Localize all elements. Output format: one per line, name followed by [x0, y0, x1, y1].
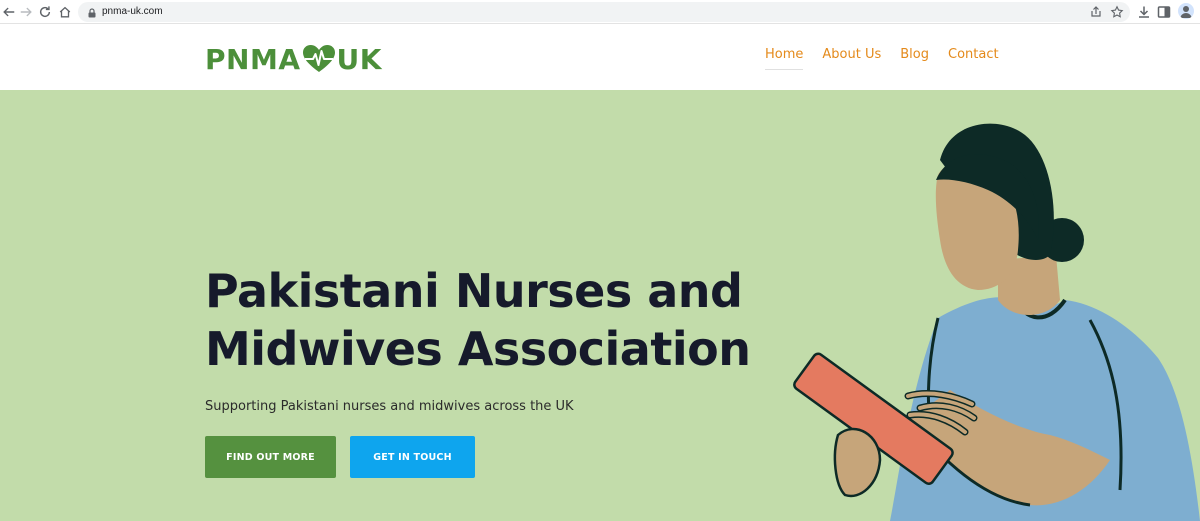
nav-about-us[interactable]: About Us	[822, 47, 881, 70]
download-icon[interactable]	[1136, 4, 1152, 20]
share-icon[interactable]	[1089, 5, 1103, 19]
hero-title: Pakistani Nurses and Midwives Associatio…	[205, 264, 751, 376]
main-nav: Home About Us Blog Contact	[765, 47, 999, 70]
sidebar-icon[interactable]	[1156, 4, 1172, 20]
browser-toolbar: pnma-uk.com	[0, 0, 1200, 24]
profile-icon[interactable]	[1178, 3, 1194, 19]
back-icon[interactable]	[0, 3, 18, 21]
reload-icon[interactable]	[36, 3, 54, 21]
hero-subtitle: Supporting Pakistani nurses and midwives…	[205, 399, 574, 414]
nurse-illustration	[793, 123, 1200, 521]
site-header: PNMA UK Home About Us Blog Contact	[0, 25, 1200, 90]
forward-icon[interactable]	[17, 3, 35, 21]
logo-text-left: PNMA	[205, 42, 301, 76]
nav-home[interactable]: Home	[765, 47, 804, 70]
logo-text-right: UK	[336, 42, 382, 76]
lock-icon[interactable]	[86, 6, 98, 18]
address-bar[interactable]: pnma-uk.com	[78, 2, 1130, 22]
site-logo[interactable]: PNMA UK	[205, 42, 382, 76]
hero-section: Pakistani Nurses and Midwives Associatio…	[0, 90, 1200, 521]
url-text[interactable]: pnma-uk.com	[102, 5, 163, 19]
heart-pulse-icon	[302, 45, 335, 72]
find-out-more-button[interactable]: FIND OUT MORE	[205, 436, 336, 478]
get-in-touch-button[interactable]: GET IN TOUCH	[350, 436, 475, 478]
home-icon[interactable]	[56, 3, 74, 21]
nav-blog[interactable]: Blog	[900, 47, 929, 70]
nav-contact[interactable]: Contact	[948, 47, 999, 70]
star-icon[interactable]	[1110, 5, 1124, 19]
